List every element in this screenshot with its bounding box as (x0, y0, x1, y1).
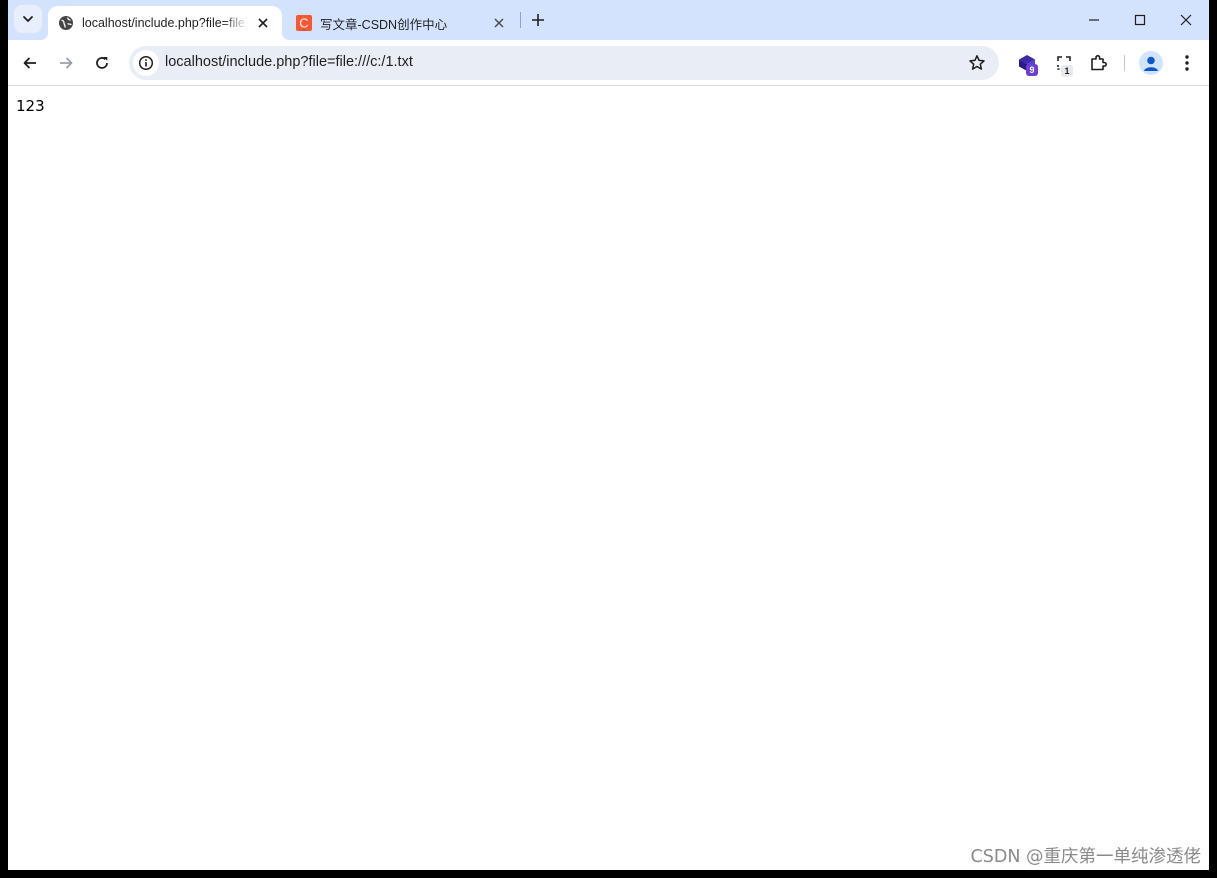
reload-icon (96, 57, 108, 69)
tab-strip: localhost/include.php?file=file:///c:/1.… (8, 0, 1209, 40)
url-text[interactable]: localhost/include.php?file=file:///c:/1.… (165, 54, 413, 70)
user-icon (1144, 56, 1158, 71)
extensions-menu-button[interactable] (1085, 50, 1111, 76)
close-icon (1180, 14, 1192, 26)
address-bar[interactable]: localhost/include.php?file=file:///c:/1.… (129, 46, 999, 80)
tab-search-button[interactable] (14, 5, 42, 33)
toolbar-divider (1124, 55, 1125, 71)
forward-button[interactable] (52, 49, 80, 77)
extension-capture-button[interactable]: 1 (1051, 50, 1077, 77)
chevron-down-icon (23, 16, 33, 22)
close-tab-icon[interactable] (490, 14, 508, 32)
csdn-watermark: CSDN @重庆第一单纯渗透佬 (970, 847, 1201, 867)
extension-badge: 9 (1026, 64, 1038, 76)
maximize-button[interactable] (1117, 0, 1163, 40)
reload-button[interactable] (88, 49, 116, 77)
browser-menu-button[interactable] (1174, 50, 1200, 76)
tab-localhost-include[interactable]: localhost/include.php?file=file:///c:/1.… (40, 6, 290, 40)
csdn-favicon-letter: C (299, 16, 308, 31)
minimize-icon (1089, 19, 1099, 21)
globe-icon (58, 15, 74, 31)
close-tab-icon[interactable] (254, 14, 272, 32)
tab-title: localhost/include.php?file=file:///c:/1.… (82, 16, 248, 30)
puzzle-piece-icon (1091, 54, 1107, 71)
bookmark-star-icon[interactable] (967, 53, 987, 73)
close-window-button[interactable] (1163, 0, 1209, 40)
browser-toolbar: localhost/include.php?file=file:///c:/1.… (8, 40, 1209, 86)
minimize-button[interactable] (1071, 0, 1117, 40)
arrow-right-icon (60, 57, 73, 69)
browser-window: localhost/include.php?file=file:///c:/1.… (8, 0, 1209, 870)
tab-csdn-write-article[interactable]: C 写文章-CSDN创作中心 (286, 6, 518, 40)
extension-badge: 1 (1061, 65, 1073, 77)
profile-avatar-button[interactable] (1139, 51, 1163, 75)
csdn-c-icon: C (296, 15, 312, 31)
extension-cube-button[interactable]: 9 (1014, 50, 1040, 76)
new-tab-button[interactable] (526, 8, 550, 32)
page-body-text: 123 (16, 97, 45, 115)
page-content: 123 CSDN @重庆第一单纯渗透佬 (8, 87, 1209, 870)
arrow-left-icon (23, 57, 36, 69)
plus-icon (532, 14, 544, 26)
back-button[interactable] (16, 49, 44, 77)
tab-divider (520, 12, 521, 28)
kebab-menu-icon (1185, 55, 1189, 71)
maximize-icon (1134, 14, 1146, 26)
tab-title: 写文章-CSDN创作中心 (320, 17, 448, 32)
site-info-icon[interactable] (133, 50, 159, 76)
